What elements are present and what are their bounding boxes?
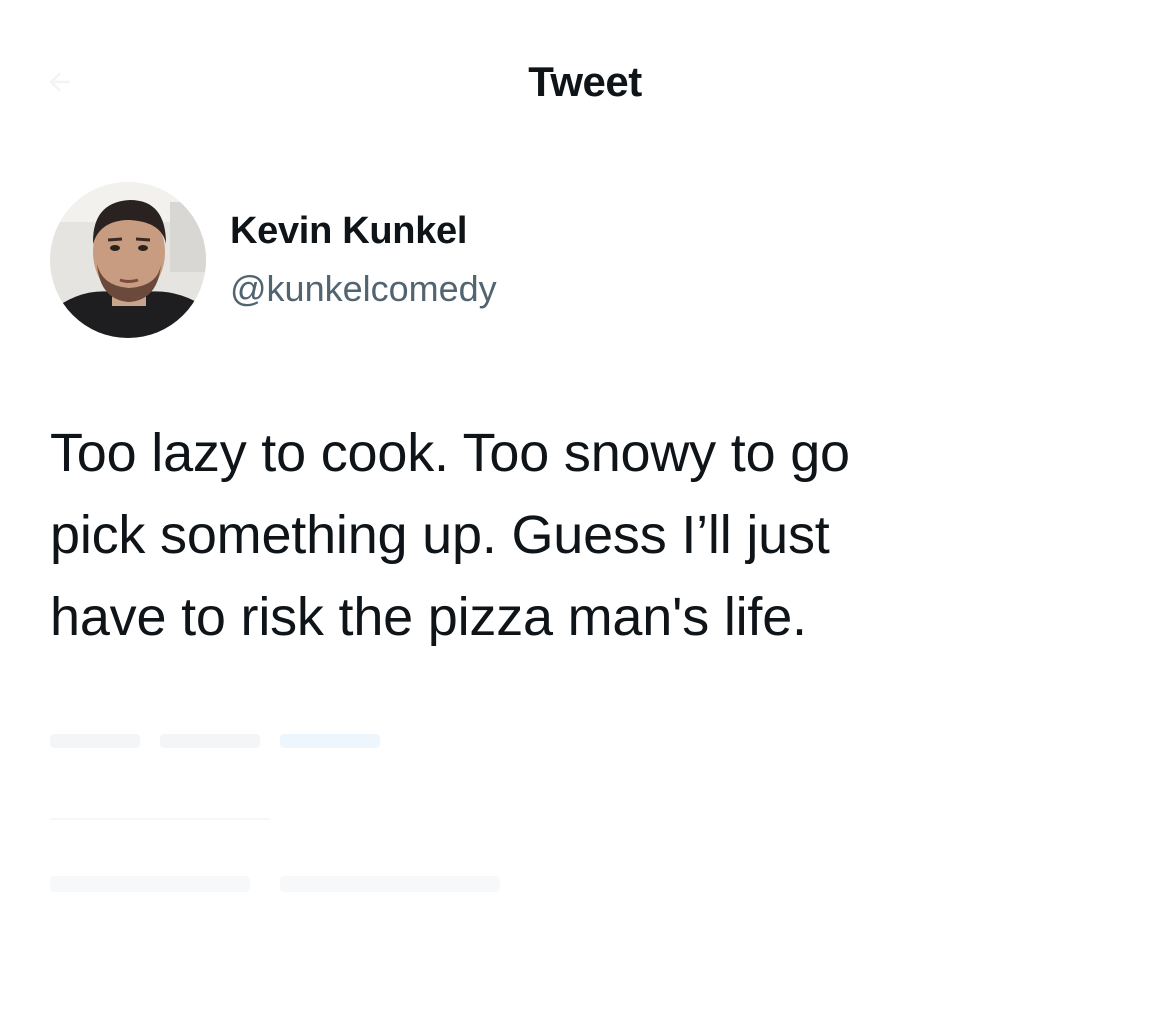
tweet-text-line: have to risk the pizza man's life. [50,587,807,647]
user-handle[interactable]: @kunkelcomedy [230,268,497,310]
display-name[interactable]: Kevin Kunkel [230,210,467,253]
tweet-author: Kevin Kunkel @kunkelcomedy [50,182,750,342]
profile-photo [50,182,206,338]
tweet-meta [50,724,410,761]
tweet-text-line: pick something up. Guess I’ll just [50,505,830,565]
avatar[interactable] [50,182,206,338]
tweet-stats [50,868,510,905]
faded-stats-placeholder [50,876,500,892]
tweet-text: Too lazy to cook. Too snowy to go pick s… [50,412,1050,658]
page-title: Tweet [528,58,642,105]
tweet-header: Tweet [0,0,1170,150]
divider [50,818,270,820]
faded-timestamp-placeholder [50,734,380,748]
tweet-text-line: Too lazy to cook. Too snowy to go [50,423,850,483]
